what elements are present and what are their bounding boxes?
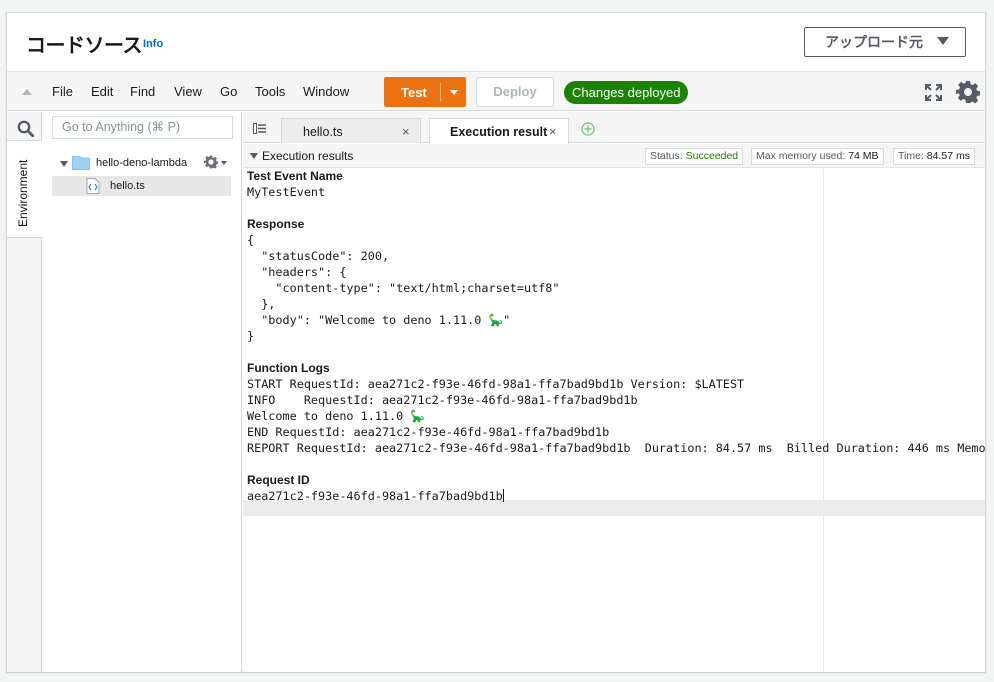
request-id-value: aea271c2-f93e-46fd-98a1-ffa7bad9bd1b (247, 489, 503, 503)
status-label: Status: (650, 150, 683, 162)
log-line: REPORT RequestId: aea271c2-f93e-46fd-98a… (247, 441, 985, 455)
log-line: Welcome to deno 1.11.0 🦕 (247, 409, 426, 423)
file-tree-panel: Go to Anything (⌘ P) hello-deno-lambda h… (42, 112, 242, 672)
upload-from-label: アップロード元 (825, 35, 923, 51)
status-pill: Status: Succeeded (645, 148, 744, 165)
test-button-label: Test (401, 85, 427, 100)
menu-go[interactable]: Go (220, 84, 237, 99)
test-button-divider (440, 83, 441, 101)
execution-results-header: Execution results Status: Succeeded Max … (243, 144, 985, 168)
response-line: "statusCode": 200, (247, 249, 390, 263)
tab-label: hello.ts (303, 125, 343, 139)
environment-tab[interactable]: Environment (7, 140, 42, 238)
results-title: Execution results (262, 149, 354, 163)
close-icon[interactable]: × (549, 124, 557, 139)
tab-label: Execution results (450, 125, 548, 139)
folder-label: hello-deno-lambda (96, 157, 188, 169)
response-line: }, (247, 297, 276, 311)
page-title: コードソース (26, 33, 143, 57)
tree-file-hello-ts[interactable]: hello.ts (52, 176, 231, 196)
tabs-list-icon[interactable] (253, 123, 267, 134)
environment-tab-label: Environment (16, 159, 30, 227)
folder-icon (72, 156, 90, 170)
event-name-heading: Test Event Name (247, 169, 343, 183)
response-line: "body": "Welcome to deno 1.11.0 🦕" (247, 313, 511, 327)
go-to-anything-input[interactable]: Go to Anything (⌘ P) (52, 116, 233, 139)
info-link[interactable]: Info (143, 38, 163, 50)
memory-label: Max memory used: (756, 150, 846, 162)
close-icon[interactable]: × (402, 124, 410, 139)
tree-folder-hello-deno-lambda[interactable]: hello-deno-lambda (60, 155, 240, 173)
caret-down-icon (937, 37, 949, 45)
test-dropdown-icon[interactable] (450, 90, 458, 95)
memory-pill: Max memory used: 74 MB (751, 148, 884, 165)
expand-icon[interactable] (925, 84, 942, 101)
tab-execution-results[interactable]: Execution results × (429, 118, 569, 144)
search-icon[interactable] (17, 120, 34, 137)
upload-from-button[interactable]: アップロード元 (804, 27, 966, 57)
request-id-heading: Request ID (247, 473, 310, 487)
log-line: START RequestId: aea271c2-f93e-46fd-98a1… (247, 377, 745, 391)
left-rail: Environment (7, 112, 42, 672)
ide-toolbar: File Edit Find View Go Tools Window Test… (7, 71, 985, 111)
editor-area: hello.ts × Execution results × Execution… (243, 112, 985, 672)
time-label: Time: (898, 150, 924, 162)
menu-find[interactable]: Find (130, 84, 155, 99)
menu-view[interactable]: View (174, 84, 202, 99)
text-cursor (502, 489, 504, 502)
deploy-button[interactable]: Deploy (476, 77, 554, 107)
typescript-file-icon (86, 178, 100, 194)
response-line: "headers": { (247, 265, 347, 279)
menu-tools[interactable]: Tools (255, 84, 285, 99)
time-value: 84.57 ms (926, 150, 970, 162)
menu-file[interactable]: File (52, 84, 73, 99)
log-line: END RequestId: aea271c2-f93e-46fd-98a1-f… (247, 425, 610, 439)
folder-expand-arrow-icon[interactable] (60, 161, 68, 167)
time-pill: Time: 84.57 ms (893, 148, 975, 165)
status-value: Succeeded (685, 150, 739, 162)
add-tab-icon[interactable] (581, 122, 595, 136)
tab-hello-ts[interactable]: hello.ts × (281, 118, 421, 143)
test-button[interactable]: Test (384, 77, 466, 107)
collapse-icon[interactable] (22, 89, 32, 95)
response-line: } (247, 329, 255, 343)
response-line: { (247, 233, 255, 247)
response-line: "content-type": "text/html;charset=utf8" (247, 281, 560, 295)
log-line: INFO RequestId: aea271c2-f93e-46fd-98a1-… (247, 393, 638, 407)
panel-header: コードソース Info アップロード元 (7, 13, 985, 71)
menu-window[interactable]: Window (303, 84, 349, 99)
changes-deployed-badge: Changes deployed (564, 81, 689, 104)
memory-value: 74 MB (848, 150, 879, 162)
chevron-down-icon[interactable] (221, 161, 227, 165)
collapse-arrow-icon[interactable] (250, 153, 258, 159)
menu-edit[interactable]: Edit (91, 84, 113, 99)
gear-icon[interactable] (956, 80, 980, 104)
editor-tab-bar: hello.ts × Execution results × (243, 112, 985, 144)
response-heading: Response (247, 217, 305, 231)
event-name-value: MyTestEvent (247, 185, 326, 199)
function-logs-heading: Function Logs (247, 361, 330, 375)
folder-gear-icon[interactable] (204, 155, 218, 169)
execution-output[interactable]: Test Event Name MyTestEvent Response { "… (247, 169, 985, 669)
code-source-panel: コードソース Info アップロード元 File Edit Find View … (6, 12, 986, 672)
file-label: hello.ts (110, 180, 145, 192)
request-id-line: aea271c2-f93e-46fd-98a1-ffa7bad9bd1b (247, 489, 504, 503)
